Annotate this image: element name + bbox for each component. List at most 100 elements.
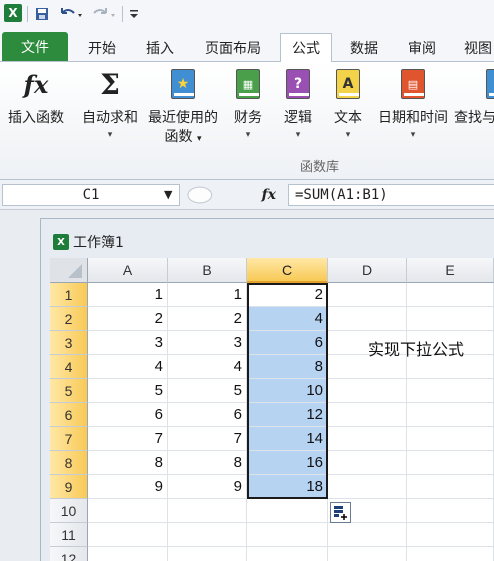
row-header-4[interactable]: 4 <box>50 355 88 379</box>
customize-icon[interactable] <box>127 5 141 23</box>
row-header-12[interactable]: 12 <box>50 547 88 561</box>
fx-icon[interactable]: fx <box>262 187 276 203</box>
cell-b5[interactable]: 5 <box>168 379 247 403</box>
cell-a1[interactable]: 1 <box>88 283 168 307</box>
cell-d12[interactable] <box>328 547 407 561</box>
cell-b9[interactable]: 9 <box>168 475 247 499</box>
cell-c12[interactable] <box>247 547 328 561</box>
cell-a7[interactable]: 7 <box>88 427 168 451</box>
select-all-button[interactable] <box>50 258 88 283</box>
cell-b10[interactable] <box>168 499 247 523</box>
cell-d5[interactable] <box>328 379 407 403</box>
tab-view[interactable]: 视图 <box>454 34 494 62</box>
cell-a10[interactable] <box>88 499 168 523</box>
column-header-a[interactable]: A <box>88 258 168 283</box>
cell-c8[interactable]: 16 <box>247 451 328 475</box>
cell-a6[interactable]: 6 <box>88 403 168 427</box>
cell-b6[interactable]: 6 <box>168 403 247 427</box>
row-header-9[interactable]: 9 <box>50 475 88 499</box>
cell-e12[interactable] <box>407 547 494 561</box>
cell-c5[interactable]: 10 <box>247 379 328 403</box>
row-header-7[interactable]: 7 <box>50 427 88 451</box>
expand-handle-icon[interactable] <box>186 185 214 205</box>
row-header-5[interactable]: 5 <box>50 379 88 403</box>
cell-c2[interactable]: 4 <box>247 307 328 331</box>
row-header-1[interactable]: 1 <box>50 283 88 307</box>
cell-a3[interactable]: 3 <box>88 331 168 355</box>
cell-c1[interactable]: 2 <box>247 283 328 307</box>
lookup-button[interactable]: ⌕ 查找与 <box>454 68 494 128</box>
tab-formulas[interactable]: 公式 <box>280 33 332 62</box>
name-box-dropdown-icon[interactable]: ▼ <box>164 188 172 201</box>
cell-e11[interactable] <box>407 523 494 547</box>
cell-e1[interactable] <box>407 283 494 307</box>
cell-d2[interactable] <box>328 307 407 331</box>
undo-icon[interactable] <box>58 5 84 23</box>
cell-d7[interactable] <box>328 427 407 451</box>
datetime-button[interactable]: ▤ 日期和时间 ▾ <box>374 68 452 142</box>
cell-c3[interactable]: 6 <box>247 331 328 355</box>
cell-c7[interactable]: 14 <box>247 427 328 451</box>
logical-button[interactable]: ? 逻辑 ▾ <box>276 68 320 142</box>
cell-e6[interactable] <box>407 403 494 427</box>
save-icon[interactable] <box>33 5 51 23</box>
tab-insert[interactable]: 插入 <box>134 34 186 62</box>
cell-c11[interactable] <box>247 523 328 547</box>
cell-e5[interactable] <box>407 379 494 403</box>
row-header-10[interactable]: 10 <box>50 499 88 523</box>
formula-input[interactable]: =SUM(A1:B1) <box>288 184 494 206</box>
financial-button[interactable]: ▦ 财务 ▾ <box>226 68 270 142</box>
tab-review[interactable]: 审阅 <box>396 34 448 62</box>
cell-b7[interactable]: 7 <box>168 427 247 451</box>
cell-a11[interactable] <box>88 523 168 547</box>
row-header-8[interactable]: 8 <box>50 451 88 475</box>
column-header-b[interactable]: B <box>168 258 247 283</box>
cell-b8[interactable]: 8 <box>168 451 247 475</box>
cell-e8[interactable] <box>407 451 494 475</box>
chevron-down-icon: ▾ <box>107 130 113 140</box>
cell-b12[interactable] <box>168 547 247 561</box>
cell-e9[interactable] <box>407 475 494 499</box>
cell-e10[interactable] <box>407 499 494 523</box>
cell-c10[interactable] <box>247 499 328 523</box>
tab-data[interactable]: 数据 <box>338 34 390 62</box>
tab-page-layout[interactable]: 页面布局 <box>194 34 272 62</box>
cell-a8[interactable]: 8 <box>88 451 168 475</box>
cell-b1[interactable]: 1 <box>168 283 247 307</box>
recently-used-button[interactable]: ★ 最近使用的 函数 ▾ <box>144 68 222 148</box>
cell-e2[interactable] <box>407 307 494 331</box>
cell-b4[interactable]: 4 <box>168 355 247 379</box>
column-header-d[interactable]: D <box>328 258 407 283</box>
autosum-button[interactable]: Σ 自动求和 ▾ <box>78 68 142 142</box>
cell-d1[interactable] <box>328 283 407 307</box>
row-header-6[interactable]: 6 <box>50 403 88 427</box>
tab-file[interactable]: 文件 <box>2 32 68 61</box>
redo-icon[interactable] <box>92 5 118 23</box>
cell-c9[interactable]: 18 <box>247 475 328 499</box>
row-header-3[interactable]: 3 <box>50 331 88 355</box>
insert-function-button[interactable]: fx 插入函数 <box>4 68 68 128</box>
cell-e7[interactable] <box>407 427 494 451</box>
cell-d6[interactable] <box>328 403 407 427</box>
cell-a9[interactable]: 9 <box>88 475 168 499</box>
cell-b3[interactable]: 3 <box>168 331 247 355</box>
cell-b2[interactable]: 2 <box>168 307 247 331</box>
cell-a2[interactable]: 2 <box>88 307 168 331</box>
cell-a4[interactable]: 4 <box>88 355 168 379</box>
cell-d8[interactable] <box>328 451 407 475</box>
cell-d11[interactable] <box>328 523 407 547</box>
cell-c4[interactable]: 8 <box>247 355 328 379</box>
column-header-e[interactable]: E <box>407 258 494 283</box>
cell-a5[interactable]: 5 <box>88 379 168 403</box>
auto-fill-options-icon[interactable] <box>330 502 351 523</box>
cell-c6[interactable]: 12 <box>247 403 328 427</box>
row-header-2[interactable]: 2 <box>50 307 88 331</box>
name-box[interactable]: C1 <box>2 184 180 206</box>
row-header-11[interactable]: 11 <box>50 523 88 547</box>
cell-a12[interactable] <box>88 547 168 561</box>
text-button[interactable]: A 文本 ▾ <box>326 68 370 142</box>
cell-d9[interactable] <box>328 475 407 499</box>
cell-b11[interactable] <box>168 523 247 547</box>
tab-home[interactable]: 开始 <box>76 34 128 62</box>
column-header-c[interactable]: C <box>247 258 328 283</box>
